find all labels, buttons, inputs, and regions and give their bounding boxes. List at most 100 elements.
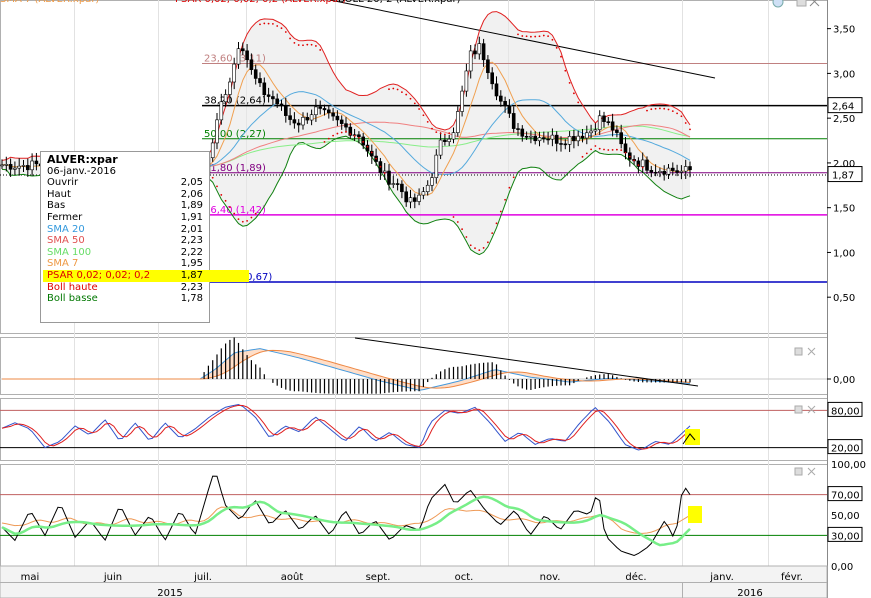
candle-body [34, 160, 39, 165]
psar-dot [229, 206, 231, 209]
psar-dot [332, 134, 334, 137]
data-tooltip: ALVER:xpar 06-janv.-2016 Ouvrir 2,05 Haut 2… [40, 151, 249, 323]
candle-body [404, 191, 409, 203]
candle-body [253, 69, 258, 79]
psar-dot [671, 110, 674, 113]
candle-body [4, 164, 9, 166]
psar-dot [469, 244, 472, 247]
psar-dot [396, 88, 399, 91]
tooltip-row-label: Ouvrir [47, 177, 79, 189]
psar-dot [349, 133, 352, 136]
candle-body [675, 170, 679, 173]
psar-dot [684, 122, 687, 124]
psar-dot [418, 108, 420, 110]
macd-tick-label: 0,00 [833, 375, 855, 386]
psar-dot [620, 149, 623, 152]
candle-body [550, 134, 555, 140]
panel-restore-icon [794, 347, 803, 356]
tooltip-row-value: 2,05 [180, 177, 203, 189]
candle-body [455, 111, 460, 133]
psar-dot [461, 228, 463, 231]
tooltip-row: Haut 2,06 [47, 189, 203, 201]
top-legend-psar: PSAR 0,02; 0,02; 0,2 (ALVER:xpar) [175, 0, 346, 5]
psar-dot [585, 152, 588, 155]
candle-body [322, 108, 327, 111]
psar-dot [435, 131, 438, 134]
candle-body [249, 59, 254, 70]
tooltip-row-label: SMA 20 [47, 223, 85, 235]
candle-body [606, 121, 611, 123]
tooltip-row-label: Haut [47, 188, 71, 200]
fib-level-label: 50,00 (2,27) [204, 129, 266, 140]
psar-dot [366, 145, 369, 148]
psar-dot [302, 44, 304, 47]
psar-dot [616, 148, 618, 151]
rsi-tick-label: 0,00 [831, 562, 853, 573]
psar-dot [336, 132, 339, 135]
tooltip-row: Fermer 1,91 [47, 212, 203, 224]
psar-dot [508, 186, 511, 189]
candle-body [640, 159, 645, 167]
candle-body [210, 142, 215, 159]
candle-body [8, 164, 13, 170]
psar-dot [594, 145, 597, 147]
psar-dot [315, 45, 317, 47]
candle-body [645, 159, 649, 171]
psar-dot [637, 164, 640, 167]
tooltip-row-label: Bas [47, 200, 66, 212]
psar-dot [323, 140, 326, 143]
psar-dot [607, 149, 610, 151]
candle-body [417, 194, 421, 202]
psar-dot [680, 115, 683, 118]
rsi-highlight [688, 506, 702, 523]
tooltip-row-label: Boll haute [47, 281, 98, 293]
candle-body [679, 170, 684, 173]
candle-body [554, 134, 559, 144]
candle-body [223, 94, 228, 103]
psar-dot [426, 120, 429, 123]
candle-body [30, 160, 34, 171]
psar-dot [422, 114, 425, 117]
candle-body [688, 166, 692, 171]
candle-body [520, 128, 525, 137]
candle-body [615, 129, 619, 133]
candle-body [580, 135, 585, 139]
psar-dot [646, 109, 648, 112]
month-label: févr. [781, 571, 803, 583]
candle-body [408, 197, 413, 203]
psar-dot [568, 81, 571, 84]
candle-body [21, 165, 26, 167]
psar-dot [555, 46, 558, 49]
month-label: sept. [366, 572, 391, 583]
tooltip-row-label: PSAR 0,02; 0,02; 0,2 [47, 269, 151, 281]
year-label: 2016 [737, 588, 762, 598]
psar-dot [534, 35, 537, 38]
psar-dot [689, 128, 691, 131]
candle-body [623, 143, 628, 154]
candle-body [391, 183, 396, 185]
psar-dot [564, 69, 567, 72]
price-tag-label: 2,64 [832, 102, 854, 113]
candle-body [597, 115, 602, 130]
tooltip-row: SMA 50 2,23 [47, 235, 203, 247]
candle-body [387, 170, 391, 185]
tooltip-row-label: Fermer [47, 211, 83, 223]
psar-dot [383, 172, 386, 174]
psar-dot [495, 222, 498, 225]
candle-body [335, 115, 340, 121]
top-legend-sma7: SMA 7 (ALVER:xpar) [0, 0, 99, 5]
psar-dot [284, 31, 287, 33]
candle-body [245, 50, 249, 61]
tooltip-row: SMA 20 2,01 [47, 224, 203, 236]
psar-dot [439, 132, 442, 135]
candle-body [447, 138, 452, 142]
candle-body [460, 90, 464, 112]
psar-dot [306, 43, 309, 46]
psar-dot [478, 249, 481, 251]
candle-body [593, 129, 598, 132]
psar-dot [405, 93, 408, 96]
psar-dot [659, 107, 661, 110]
candle-body [451, 132, 456, 140]
psar-dot [491, 232, 494, 235]
month-label: déc. [625, 571, 646, 583]
